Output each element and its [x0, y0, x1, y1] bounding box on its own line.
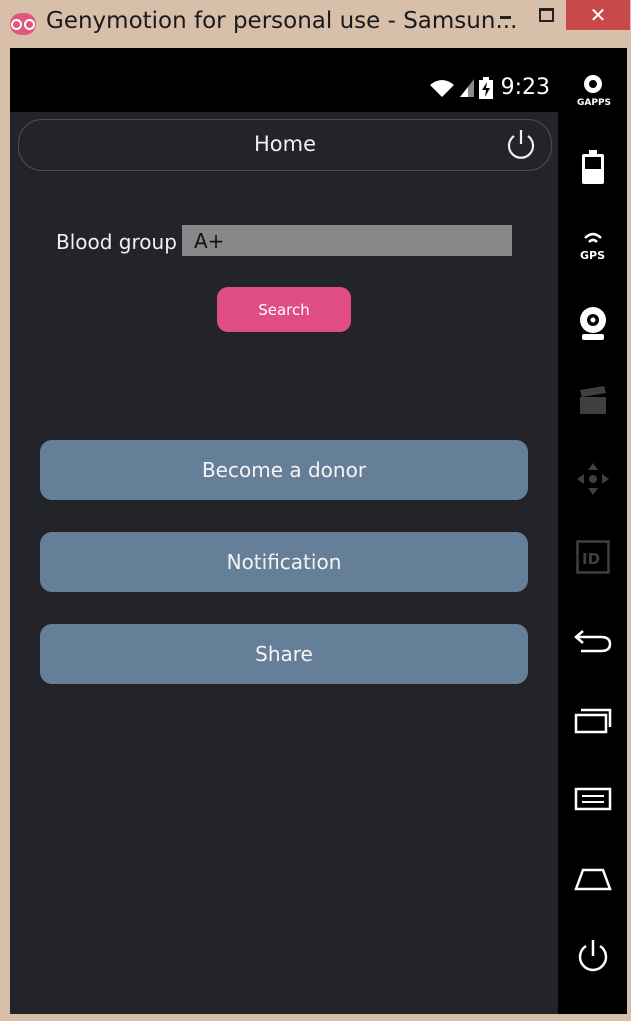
blood-group-label: Blood group : — [56, 230, 190, 254]
gps-label: GPS — [580, 249, 605, 262]
gapps-label: GAPPS — [577, 98, 611, 108]
recent-apps-icon[interactable] — [558, 696, 627, 746]
status-time: 9:23 — [500, 75, 550, 100]
battery-icon[interactable] — [558, 142, 627, 192]
search-button[interactable]: Search — [217, 287, 351, 332]
wifi-icon — [429, 79, 454, 97]
power-icon[interactable] — [503, 127, 539, 163]
maximize-button[interactable] — [526, 0, 566, 28]
close-button[interactable]: ✕ — [566, 0, 630, 30]
page-title: Home — [253, 132, 316, 156]
battery-charging-icon — [478, 76, 493, 99]
android-status-bar: 9:23 — [10, 48, 558, 112]
window-frame-left — [0, 48, 10, 1021]
window-titlebar: Genymotion for personal use - Samsun... … — [0, 0, 631, 48]
dpad-icon — [558, 454, 627, 504]
menu-icon[interactable] — [558, 774, 627, 824]
back-icon[interactable] — [558, 616, 627, 666]
minimize-button[interactable] — [486, 0, 526, 28]
notification-button[interactable]: Notification — [40, 532, 528, 592]
signal-icon — [459, 78, 474, 97]
genymotion-logo-icon — [10, 13, 36, 35]
home-icon[interactable] — [558, 854, 627, 904]
blood-group-input[interactable] — [182, 225, 512, 256]
webcam-icon[interactable] — [558, 298, 627, 348]
become-donor-button[interactable]: Become a donor — [40, 440, 528, 500]
id-icon: ID — [558, 532, 627, 582]
genymotion-toolbar: GAPPS GPS ID — [558, 48, 627, 1014]
app-screen: Home Blood group : Search Become a donor… — [10, 112, 558, 1014]
gps-icon[interactable]: GPS — [558, 220, 627, 270]
window-frame-bottom — [0, 1014, 631, 1021]
share-button[interactable]: Share — [40, 624, 528, 684]
id-label: ID — [582, 550, 600, 568]
window-title: Genymotion for personal use - Samsun... — [46, 8, 518, 34]
device-power-icon[interactable] — [558, 932, 627, 982]
window-frame-right — [627, 30, 631, 1021]
media-icon — [558, 376, 627, 426]
action-bar: Home — [18, 119, 552, 171]
gapps-icon[interactable]: GAPPS — [558, 64, 627, 114]
